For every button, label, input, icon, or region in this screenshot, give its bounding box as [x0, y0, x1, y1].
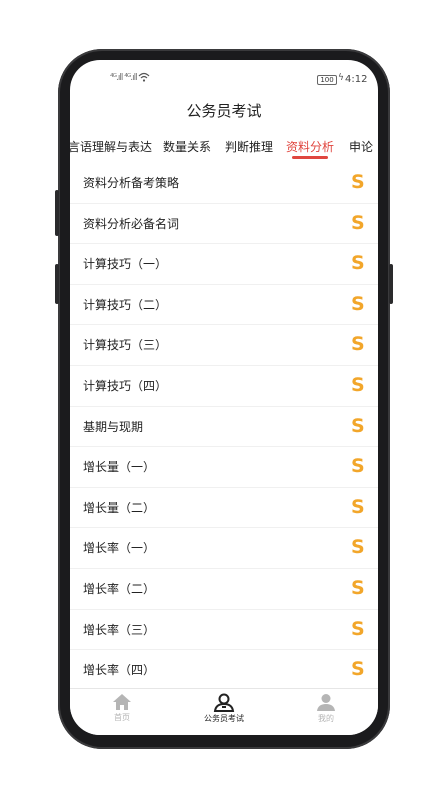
list-item-label: 计算技巧（三）: [83, 338, 168, 353]
lesson-list: 资料分析备考策略 S 资料分析必备名词 S 计算技巧（一） S 计算技巧（二） …: [70, 163, 378, 690]
screen: ⁴ᴳ.ıll ⁴ᴳ.ıll 100 ϟ 4:12 公务员考试 言语理解与表达 数…: [70, 60, 378, 735]
s-icon: S: [351, 536, 365, 559]
home-icon: [113, 694, 131, 710]
clock: 4:12: [345, 74, 368, 85]
category-tabs: 言语理解与表达 数量关系 判断推理 资料分析 申论: [70, 134, 378, 160]
volume-button: [55, 190, 59, 236]
list-item[interactable]: 计算技巧（二） S: [70, 284, 378, 325]
nav-exam-label: 公务员考试: [204, 714, 244, 723]
power-button: [55, 264, 59, 304]
s-icon: S: [351, 658, 365, 681]
list-item-label: 增长量（一）: [83, 460, 156, 475]
list-item-label: 基期与现期: [83, 419, 144, 434]
list-item-label: 计算技巧（一）: [83, 257, 168, 272]
list-item[interactable]: 资料分析备考策略 S: [70, 163, 378, 203]
list-item-label: 增长率（二）: [83, 582, 156, 596]
tab-reasoning[interactable]: 判断推理: [225, 138, 273, 155]
list-item[interactable]: 基期与现期 S: [70, 406, 378, 447]
nav-profile-label: 我的: [318, 714, 334, 723]
list-item[interactable]: 增长率（三） S: [70, 609, 378, 650]
list-item[interactable]: 计算技巧（一） S: [70, 244, 378, 284]
s-icon: S: [351, 292, 365, 315]
page-title: 公务员考试: [186, 102, 262, 120]
list-item-label: 增长率（三）: [83, 622, 156, 637]
tab-essay[interactable]: 申论: [349, 138, 373, 155]
list-item[interactable]: 计算技巧（三） S: [70, 325, 378, 365]
s-icon: S: [351, 171, 365, 193]
s-icon: S: [351, 414, 365, 437]
s-icon: S: [351, 455, 365, 478]
tab-verbal[interactable]: 言语理解与表达: [70, 138, 152, 155]
list-item[interactable]: 增长量（二） S: [70, 487, 378, 528]
user-icon: [317, 694, 335, 711]
list-item[interactable]: 增长率（一） S: [70, 528, 378, 568]
active-tab-indicator: [292, 156, 328, 159]
s-icon: S: [351, 617, 365, 640]
list-item[interactable]: 增长量（一） S: [70, 447, 378, 487]
side-button-right: [389, 264, 393, 304]
list-item[interactable]: 增长率（二） S: [70, 569, 378, 609]
bottom-nav: 首页 公务员考试 我的: [70, 688, 378, 735]
list-item[interactable]: 计算技巧（四） S: [70, 366, 378, 406]
list-item-label: 增长率（四）: [83, 663, 156, 678]
s-icon: S: [351, 374, 365, 396]
s-icon: S: [351, 211, 365, 234]
s-icon: S: [351, 252, 365, 275]
list-item-label: 资料分析备考策略: [83, 176, 180, 190]
list-item-label: 增长量（二）: [83, 500, 156, 515]
battery-icon: 100: [317, 75, 337, 85]
list-item-label: 计算技巧（二）: [83, 297, 168, 312]
status-bar: ⁴ᴳ.ıll ⁴ᴳ.ıll 100 ϟ 4:12: [70, 60, 378, 98]
list-item-label: 资料分析必备名词: [83, 216, 180, 231]
tab-quantitative[interactable]: 数量关系: [163, 138, 211, 155]
nav-home-label: 首页: [114, 713, 130, 722]
wifi-icon: [138, 72, 150, 82]
s-icon: S: [351, 333, 365, 356]
list-item[interactable]: 资料分析必备名词 S: [70, 203, 378, 244]
tab-data-analysis[interactable]: 资料分析: [286, 138, 334, 155]
signal-icon: ⁴ᴳ.ıll ⁴ᴳ.ıll: [110, 73, 138, 83]
list-item[interactable]: 增长率（四） S: [70, 650, 378, 690]
exam-icon: [213, 693, 235, 712]
s-icon: S: [351, 495, 365, 518]
charging-icon: ϟ: [338, 73, 344, 83]
nav-home[interactable]: 首页: [82, 693, 162, 723]
list-item-label: 计算技巧（四）: [83, 379, 168, 393]
nav-exam[interactable]: 公务员考试: [184, 693, 264, 724]
nav-profile[interactable]: 我的: [286, 693, 366, 724]
s-icon: S: [351, 577, 365, 599]
list-item-label: 增长率（一）: [83, 541, 156, 556]
